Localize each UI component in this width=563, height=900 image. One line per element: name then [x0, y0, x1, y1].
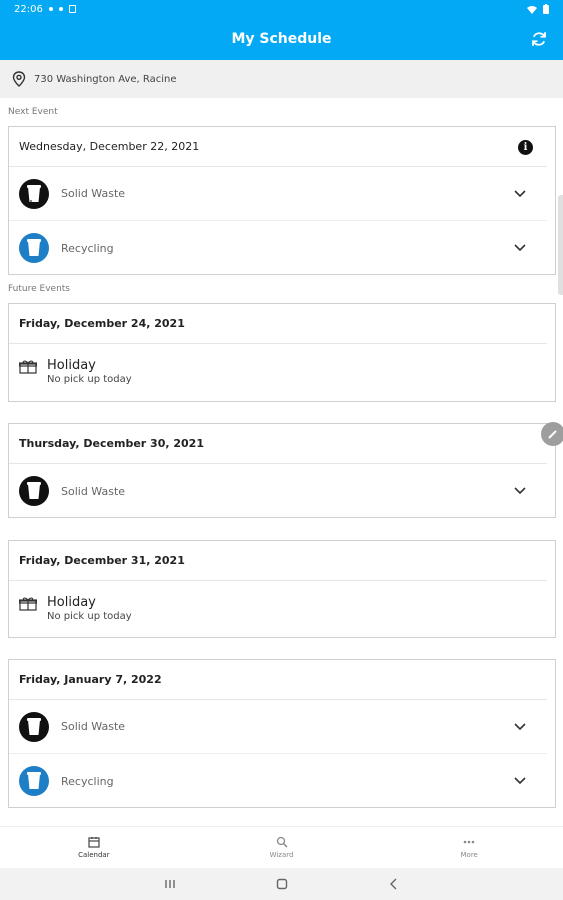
pickup-row-recycling[interactable]: Recycling — [9, 221, 547, 275]
app-header: My Schedule — [0, 18, 563, 60]
future-event-card: Friday, December 31, 2021 Holiday No pic… — [8, 540, 556, 638]
nav-label: More — [460, 851, 478, 859]
status-bar: 22:06 — [0, 0, 563, 18]
holiday-title: Holiday — [47, 595, 96, 610]
holiday-subtitle: No pick up today — [47, 374, 132, 385]
pencil-icon — [548, 430, 557, 439]
location-pin-icon — [12, 71, 26, 87]
edge-panel-handle[interactable] — [558, 195, 563, 295]
address-bar[interactable]: 730 Washington Ave, Racine — [0, 60, 563, 98]
chevron-down-icon[interactable] — [513, 774, 527, 788]
pickup-label: Recycling — [61, 774, 114, 788]
event-date: Friday, January 7, 2022 — [9, 660, 547, 700]
solid-waste-bin-icon — [19, 476, 49, 506]
search-icon — [276, 836, 288, 848]
calendar-icon — [88, 837, 100, 848]
event-date: Friday, December 31, 2021 — [9, 541, 547, 581]
holiday-title: Holiday — [47, 358, 96, 373]
pickup-label: Solid Waste — [61, 187, 126, 200]
more-icon — [463, 840, 475, 844]
notification-icon — [58, 7, 63, 11]
system-nav-bar — [0, 868, 563, 900]
holiday-subtitle: No pick up today — [47, 611, 132, 622]
notification-icon — [68, 5, 76, 13]
recycling-bin-icon — [19, 766, 49, 796]
nav-item-more[interactable]: More — [375, 827, 563, 868]
address-text: 730 Washington Ave, Racine — [34, 73, 177, 85]
holiday-row: Holiday No pick up today — [9, 581, 555, 637]
pickup-row-solid-waste[interactable]: Solid Waste — [9, 464, 547, 518]
future-event-card: Thursday, December 30, 2021 Solid Waste — [8, 423, 556, 518]
refresh-button[interactable] — [527, 27, 551, 51]
future-event-card: Friday, December 24, 2021 Holiday No pic… — [8, 303, 556, 402]
nav-label: Calendar — [78, 851, 110, 859]
pickup-label: Recycling — [61, 241, 114, 255]
info-icon[interactable]: i — [518, 140, 533, 155]
holiday-gift-icon — [19, 597, 37, 611]
chevron-down-icon[interactable] — [513, 720, 527, 734]
pickup-label: Solid Waste — [61, 720, 126, 733]
holiday-row: Holiday No pick up today — [9, 344, 555, 400]
section-label-next-event: Next Event — [8, 107, 58, 117]
holiday-gift-icon — [19, 360, 37, 374]
edit-fab-button[interactable] — [541, 422, 563, 446]
recycling-bin-icon — [19, 233, 49, 263]
chevron-down-icon[interactable] — [513, 241, 527, 255]
bottom-nav: Calendar Wizard More — [0, 826, 563, 868]
event-date: Thursday, December 30, 2021 — [9, 424, 547, 464]
nav-item-calendar[interactable]: Calendar — [0, 827, 188, 868]
chevron-down-icon[interactable] — [513, 484, 527, 498]
pickup-row-solid-waste[interactable]: Solid Waste — [9, 167, 547, 221]
page-title: My Schedule — [231, 31, 332, 47]
event-date: Friday, December 24, 2021 — [9, 304, 547, 344]
future-event-card: Friday, January 7, 2022 Solid Waste Recy… — [8, 659, 556, 808]
battery-icon — [543, 4, 549, 14]
status-time: 22:06 — [14, 3, 43, 15]
notification-icon — [48, 7, 53, 11]
home-icon[interactable] — [276, 878, 288, 890]
pickup-row-recycling[interactable]: Recycling — [9, 754, 547, 808]
nav-label: Wizard — [269, 851, 294, 859]
refresh-icon — [532, 32, 546, 46]
section-label-future-events: Future Events — [8, 284, 70, 294]
pickup-label: Solid Waste — [61, 484, 126, 498]
nav-item-wizard[interactable]: Wizard — [188, 827, 376, 868]
solid-waste-bin-icon — [19, 178, 49, 209]
chevron-down-icon[interactable] — [513, 187, 527, 201]
back-icon[interactable] — [388, 878, 400, 890]
next-event-card: Wednesday, December 22, 2021 i Solid Was… — [8, 126, 556, 275]
solid-waste-bin-icon — [19, 711, 49, 742]
recent-apps-icon[interactable] — [164, 878, 176, 890]
pickup-row-solid-waste[interactable]: Solid Waste — [9, 700, 547, 754]
wifi-icon — [527, 5, 537, 14]
event-date: Wednesday, December 22, 2021 — [9, 127, 547, 167]
